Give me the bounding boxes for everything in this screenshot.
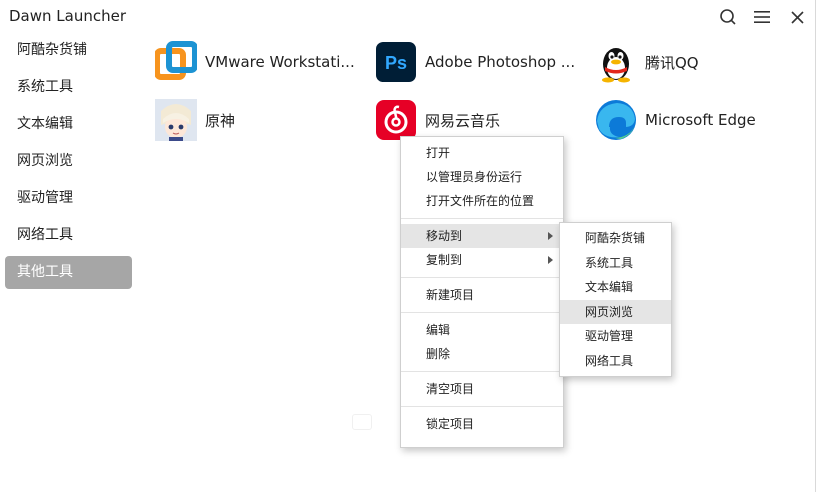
menu-separator	[401, 406, 563, 407]
photoshop-icon: Ps	[375, 41, 417, 83]
title-bar: Dawn Launcher	[0, 0, 816, 34]
submenu-item-web-browse[interactable]: 网页浏览	[560, 299, 671, 324]
menu-item-copy-to[interactable]: 复制到	[401, 248, 563, 272]
menu-separator	[401, 218, 563, 219]
app-item-vmware[interactable]: VMware Workstati...	[154, 38, 355, 86]
sidebar-item-driver-mgmt[interactable]: 驱动管理	[5, 182, 132, 215]
app-item-edge[interactable]: Microsoft Edge	[595, 96, 756, 144]
menu-item-edit[interactable]: 编辑	[401, 318, 563, 342]
submenu-item-system-tools[interactable]: 系统工具	[560, 251, 671, 276]
submenu-item-network-tools[interactable]: 网络工具	[560, 349, 671, 374]
menu-item-run-as-admin[interactable]: 以管理员身份运行	[401, 165, 563, 189]
menu-item-open[interactable]: 打开	[401, 141, 563, 165]
menu-item-clear-items[interactable]: 清空项目	[401, 377, 563, 401]
hamburger-icon	[754, 11, 770, 23]
move-to-submenu: 阿酷杂货铺 系统工具 文本编辑 网页浏览 驱动管理 网络工具	[559, 222, 672, 377]
menu-separator	[401, 277, 563, 278]
submenu-item-text-edit[interactable]: 文本编辑	[560, 275, 671, 300]
sidebar: 阿酷杂货铺 系统工具 文本编辑 网页浏览 驱动管理 网络工具 其他工具	[5, 34, 132, 293]
vmware-icon	[154, 41, 198, 83]
submenu-item-akuzahuopu[interactable]: 阿酷杂货铺	[560, 226, 671, 251]
close-icon	[790, 10, 804, 24]
app-item-genshin[interactable]: 原神	[155, 96, 235, 144]
edge-icon	[595, 99, 637, 141]
app-item-photoshop[interactable]: Ps Adobe Photoshop ...	[375, 38, 575, 86]
menu-button[interactable]	[749, 5, 775, 29]
netease-music-icon	[375, 99, 417, 141]
menu-item-new-item[interactable]: 新建项目	[401, 283, 563, 307]
app-item-qq[interactable]: 腾讯QQ	[595, 38, 699, 86]
launcher-window: Dawn Launcher 阿酷杂货铺 系统工具 文本编辑 网页浏览 驱动管理 …	[0, 0, 816, 492]
menu-item-delete[interactable]: 删除	[401, 342, 563, 366]
qq-penguin-icon	[595, 41, 637, 83]
close-button[interactable]	[784, 5, 810, 29]
window-title: Dawn Launcher	[9, 7, 126, 25]
genshin-character-icon	[155, 99, 197, 141]
sidebar-item-text-edit[interactable]: 文本编辑	[5, 108, 132, 141]
sidebar-item-web-browse[interactable]: 网页浏览	[5, 145, 132, 178]
sidebar-item-system-tools[interactable]: 系统工具	[5, 71, 132, 104]
submenu-arrow-icon	[548, 232, 553, 240]
menu-item-open-location[interactable]: 打开文件所在的位置	[401, 189, 563, 213]
sidebar-item-network-tools[interactable]: 网络工具	[5, 219, 132, 252]
sidebar-item-other-tools[interactable]: 其他工具	[5, 256, 132, 289]
context-menu: 打开 以管理员身份运行 打开文件所在的位置 移动到 复制到 新建项目 编辑 删除…	[400, 136, 564, 448]
submenu-arrow-icon	[548, 256, 553, 264]
sidebar-item-akuzahuopu[interactable]: 阿酷杂货铺	[5, 34, 132, 67]
search-icon	[720, 9, 736, 25]
submenu-item-driver-mgmt[interactable]: 驱动管理	[560, 324, 671, 349]
svg-text:Ps: Ps	[385, 53, 407, 73]
empty-area-mark	[352, 414, 372, 430]
menu-item-move-to[interactable]: 移动到	[401, 224, 563, 248]
search-button[interactable]	[715, 5, 741, 29]
menu-item-lock-items[interactable]: 锁定项目	[401, 412, 563, 436]
menu-separator	[401, 371, 563, 372]
menu-separator	[401, 312, 563, 313]
